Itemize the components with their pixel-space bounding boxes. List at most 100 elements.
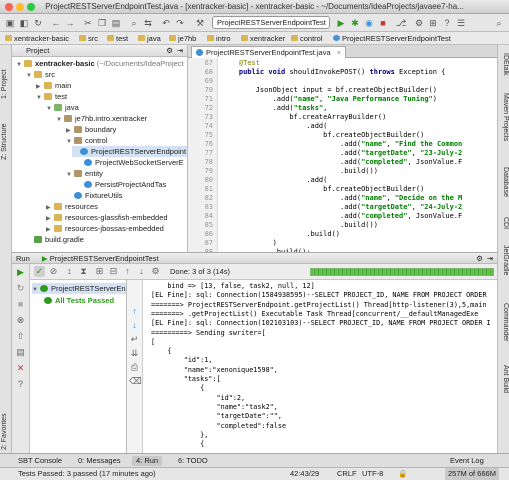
run-config-tab[interactable]: ▶ ProjectRESTServerEndpointTest [42, 254, 159, 263]
panel-settings-icon[interactable]: ⚙ [166, 45, 173, 57]
help-icon[interactable]: ? [15, 379, 26, 390]
pin-icon[interactable]: ⊗ [15, 315, 26, 326]
tool-tab-structure[interactable]: Z: Structure [1, 100, 11, 160]
vcs-icon[interactable]: ⎇ [395, 17, 407, 29]
breadcrumb-project[interactable]: xentracker-basic [4, 33, 69, 44]
collapse-all-icon[interactable]: ⊟ [108, 266, 119, 277]
export-icon[interactable]: ⇧ [15, 331, 26, 342]
scroll-to-end-icon[interactable]: ⇊ [129, 348, 140, 359]
scroll-down-icon[interactable]: ↓ [129, 320, 140, 331]
panel-hide-icon[interactable]: ⇥ [177, 45, 183, 57]
help-icon[interactable]: ? [441, 17, 453, 29]
save-icon[interactable]: ◧ [18, 17, 30, 29]
tree-item-resources[interactable]: ▶ resources [46, 201, 98, 212]
memory-indicator[interactable]: 257M of 666M [445, 468, 499, 480]
file-encoding[interactable]: UTF-8 [362, 468, 383, 480]
tree-item-src[interactable]: ▼ src [26, 69, 55, 80]
tool-tab-cdi[interactable]: CDI [499, 217, 509, 229]
tool-tab-commander[interactable]: Commander [499, 303, 509, 342]
tool-tab-event-log[interactable]: Event Log [450, 456, 484, 466]
rerun-failed-icon[interactable]: ↻ [15, 283, 26, 294]
panel-settings-icon[interactable]: ⚙ [476, 253, 483, 264]
tree-item-entity[interactable]: ▼ entity [66, 168, 103, 179]
tool-tab-jetgradle[interactable]: JetGradle [499, 245, 509, 275]
tool-tab-project[interactable]: 1: Project [1, 49, 11, 99]
soft-wrap-icon[interactable]: ↵ [129, 334, 140, 345]
scroll-up-icon[interactable]: ↑ [129, 306, 140, 317]
code-area[interactable]: @Test public void shouldInvokePOST() thr… [222, 58, 497, 252]
tree-item-project-root[interactable]: ▼ xentracker-basic (~/Documents/IdeaProje… [16, 58, 184, 69]
sync-icon[interactable]: ↻ [32, 17, 44, 29]
breadcrumb-xentracker[interactable]: xentracker [240, 33, 285, 44]
tool-tab-idetalk[interactable]: IDEtalk [499, 53, 509, 76]
settings-icon[interactable]: ⚙ [413, 17, 425, 29]
close-tab-icon[interactable]: × [337, 48, 341, 57]
run-configuration-select[interactable]: ProjectRESTServerEndpointTest [212, 16, 330, 29]
rerun-icon[interactable]: ▶ [15, 267, 26, 278]
copy-icon[interactable]: ❐ [96, 17, 108, 29]
tree-item-fixture-utils[interactable]: FixtureUtils [66, 190, 123, 201]
project-panel-title[interactable]: Project [26, 46, 49, 55]
tool-tab-maven[interactable]: Maven Projects [499, 93, 509, 141]
coverage-icon[interactable]: ◉ [363, 17, 375, 29]
stop-icon[interactable]: ■ [377, 17, 389, 29]
run-icon[interactable]: ▶ [335, 17, 347, 29]
breadcrumb-test[interactable]: test [106, 33, 128, 44]
breadcrumb-java[interactable]: java [137, 33, 161, 44]
breadcrumb-je7hb[interactable]: je7hb [168, 33, 196, 44]
tool-tab-messages[interactable]: 0: Messages [78, 456, 121, 466]
help-topics-icon[interactable]: ☰ [455, 17, 467, 29]
tool-tab-sbt-console[interactable]: SBT Console [18, 456, 62, 466]
editor-tab-active[interactable]: ProjectRESTServerEndpointTest.java × [191, 46, 347, 58]
cursor-position[interactable]: 42:43/29 [290, 468, 319, 480]
clear-console-icon[interactable]: ⌫ [129, 376, 142, 387]
lock-icon[interactable]: 🔒 [398, 468, 407, 480]
next-failed-icon[interactable]: ↓ [136, 266, 147, 277]
line-separator[interactable]: CRLF [337, 468, 357, 480]
stop-icon[interactable]: ■ [15, 299, 26, 310]
sort-duration-icon[interactable]: ⧗ [78, 266, 89, 277]
all-tests-passed-label[interactable]: All Tests Passed [44, 295, 114, 306]
expand-all-icon[interactable]: ⊞ [94, 266, 105, 277]
tree-item-build-gradle[interactable]: build.gradle [26, 234, 84, 245]
sort-alpha-icon[interactable]: ↕ [64, 266, 75, 277]
test-root-node[interactable]: ▼ ProjectRESTServerEnd [32, 283, 126, 294]
paste-icon[interactable]: ▤ [110, 17, 122, 29]
tree-item-persist-test[interactable]: PersistProjectAndTas [76, 179, 166, 190]
tree-item-rest-endpoint-test[interactable]: ProjectRESTServerEndpoint [72, 146, 187, 157]
cut-icon[interactable]: ✂ [82, 17, 94, 29]
panel-hide-icon[interactable]: ⇥ [487, 253, 493, 264]
search-everywhere-icon[interactable]: ⌕ [493, 17, 505, 29]
print-icon[interactable]: ⎙ [129, 362, 140, 373]
replace-icon[interactable]: ⇆ [142, 17, 154, 29]
tree-item-main[interactable]: ▶ main [36, 80, 71, 91]
tool-tab-ant-build[interactable]: Ant Build [499, 365, 509, 393]
show-passed-toggle[interactable]: ✓ [34, 266, 45, 277]
breadcrumb-src[interactable]: src [78, 33, 98, 44]
undo-icon[interactable]: ↶ [160, 17, 172, 29]
back-icon[interactable]: ← [50, 17, 62, 29]
prev-failed-icon[interactable]: ↑ [122, 266, 133, 277]
redo-icon[interactable]: ↷ [174, 17, 186, 29]
tree-item-package[interactable]: ▼ je7hb.intro.xentracker [56, 113, 147, 124]
tree-item-java[interactable]: ▼ java [46, 102, 79, 113]
breadcrumb-class[interactable]: ProjectRESTServerEndpointTest [332, 33, 451, 44]
tool-tab-todo[interactable]: 6: TODO [178, 456, 208, 466]
structure-icon[interactable]: ⊞ [427, 17, 439, 29]
tree-item-test[interactable]: ▼ test [36, 91, 67, 102]
console-output[interactable]: bind => [13, false, task2, null, 12] [EL … [143, 280, 497, 453]
tool-tab-run[interactable]: 4: Run [132, 456, 163, 466]
layout-icon[interactable]: ▤ [15, 347, 26, 358]
debug-icon[interactable]: ✱ [349, 17, 361, 29]
status-message[interactable]: Tests Passed: 3 passed (17 minutes ago) [18, 468, 156, 480]
tool-tab-favorites[interactable]: 2: Favorites [1, 390, 11, 450]
tree-item-resources-glassfish[interactable]: ▶ resources-glassfish-embedded [46, 212, 168, 223]
build-icon[interactable]: ⚒ [194, 17, 206, 29]
breadcrumb-control[interactable]: control [290, 33, 323, 44]
tree-item-control[interactable]: ▼ control [66, 135, 108, 146]
tree-item-boundary[interactable]: ▶ boundary [66, 124, 116, 135]
find-icon[interactable]: ⌕ [128, 17, 140, 29]
run-settings-icon[interactable]: ⚙ [150, 266, 161, 277]
tree-item-websocket-test[interactable]: ProjectWebSocketServerE [76, 157, 184, 168]
tool-tab-database[interactable]: Database [499, 167, 509, 197]
